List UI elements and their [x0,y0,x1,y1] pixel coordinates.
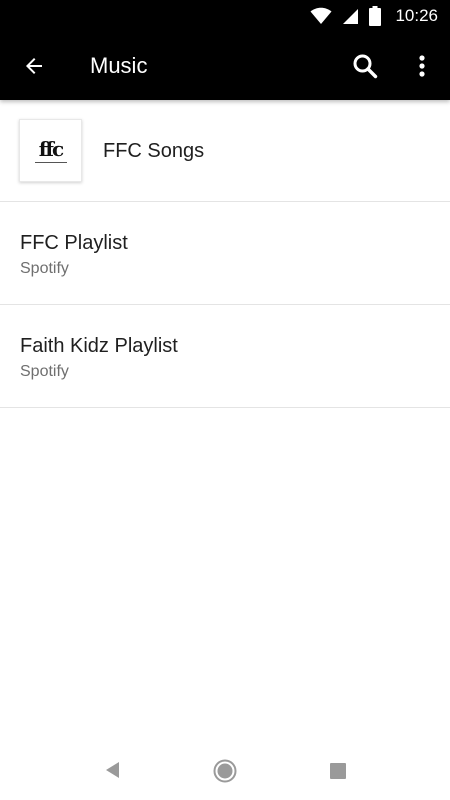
cellular-signal-icon [343,8,359,24]
battery-icon [369,6,382,26]
list-item-faith-kidz-playlist[interactable]: Faith Kidz Playlist Spotify [0,305,450,408]
wifi-icon [310,7,332,24]
list-item-title: FFC Playlist [20,232,128,254]
app-bar: Music [0,32,450,100]
status-icons: 10:26 [310,0,438,32]
list-item-title: FFC Songs [103,140,205,162]
list-item-ffc-songs[interactable]: ffc FFC Songs [0,100,450,202]
nav-home-icon[interactable] [213,759,237,783]
status-bar: 10:26 [0,0,450,32]
music-list: ffc FFC Songs FFC Playlist Spotify Faith… [0,100,450,408]
list-item-title: Faith Kidz Playlist [20,335,178,357]
screen: 10:26 Music ffc FFC Songs FFC Playlist S… [0,0,450,800]
search-icon [353,54,378,79]
status-time: 10:26 [395,6,438,25]
ffc-logo-thumbnail: ffc [19,119,82,182]
back-button[interactable] [14,46,54,86]
more-vert-icon [419,55,425,77]
nav-recents-icon[interactable] [330,763,346,779]
search-button[interactable] [344,46,386,86]
list-item-ffc-playlist[interactable]: FFC Playlist Spotify [0,202,450,305]
list-item-subtitle: Spotify [20,363,69,380]
more-options-button[interactable] [404,46,440,86]
page-title: Music [90,53,148,78]
list-item-subtitle: Spotify [20,260,69,277]
arrow-back-icon [26,58,42,74]
nav-back-icon[interactable] [103,760,123,780]
navigation-bar [0,740,450,800]
logo-underline [34,161,67,163]
ffc-logo-text: ffc [38,136,64,161]
